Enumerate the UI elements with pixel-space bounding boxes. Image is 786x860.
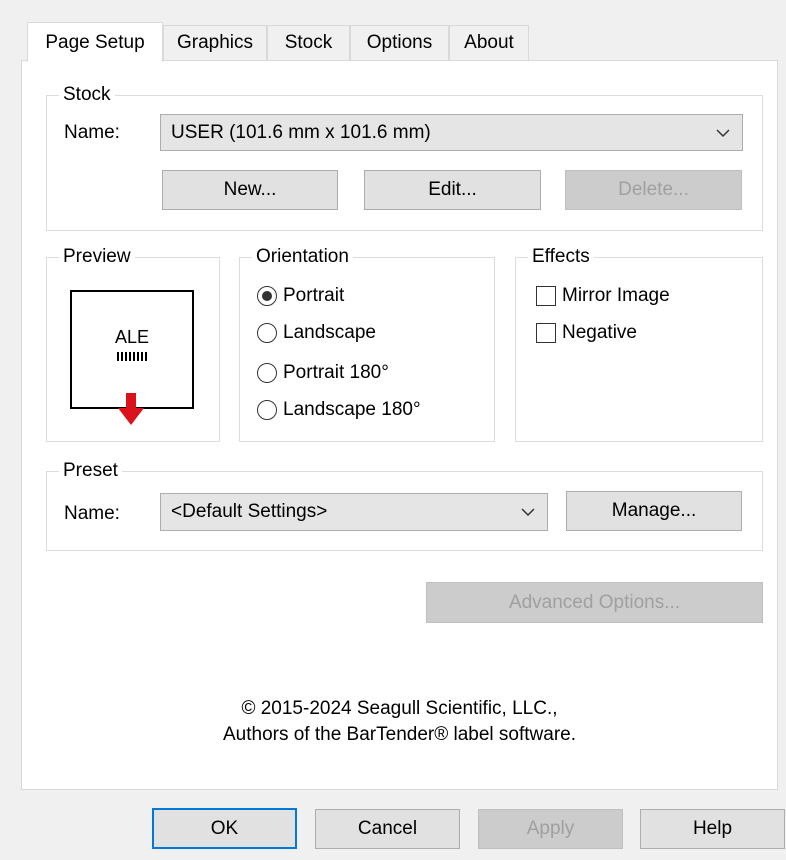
mirror-image-checkbox[interactable]: Mirror Image: [536, 285, 670, 307]
stock-legend: Stock: [59, 84, 115, 106]
advanced-options-button[interactable]: Advanced Options...: [426, 582, 763, 623]
radio-portrait[interactable]: Portrait: [257, 285, 344, 307]
radio-portrait-180-label: Portrait 180°: [283, 362, 389, 383]
preview-legend: Preview: [59, 246, 135, 268]
chevron-down-icon: [521, 501, 535, 523]
copyright-line-2: Authors of the BarTender® label software…: [222, 724, 577, 745]
barcode-icon: [117, 352, 147, 361]
label-preview-box: ALE: [70, 290, 194, 409]
radio-landscape-180-label: Landscape 180°: [283, 399, 421, 420]
tab-page-setup[interactable]: Page Setup: [27, 22, 163, 62]
negative-label: Negative: [562, 322, 637, 343]
radio-icon: [257, 400, 277, 420]
apply-button[interactable]: Apply: [478, 809, 623, 849]
effects-legend: Effects: [528, 246, 594, 268]
negative-checkbox[interactable]: Negative: [536, 322, 637, 344]
tab-graphics[interactable]: Graphics: [163, 25, 267, 60]
radio-portrait-180[interactable]: Portrait 180°: [257, 362, 389, 384]
stock-name-combo[interactable]: USER (101.6 mm x 101.6 mm): [160, 114, 743, 151]
arrow-down-icon: [116, 393, 146, 433]
radio-icon: [257, 286, 277, 306]
radio-landscape[interactable]: Landscape: [257, 322, 376, 344]
preset-name-combo[interactable]: <Default Settings>: [160, 493, 548, 531]
mirror-image-label: Mirror Image: [562, 285, 670, 306]
tab-stock[interactable]: Stock: [267, 25, 350, 60]
ok-button[interactable]: OK: [152, 808, 297, 849]
copyright-line-1: © 2015-2024 Seagull Scientific, LLC.,: [241, 698, 558, 719]
tab-options[interactable]: Options: [350, 25, 449, 60]
orientation-legend: Orientation: [252, 246, 353, 268]
chevron-down-icon: [716, 122, 730, 144]
radio-landscape-label: Landscape: [283, 322, 376, 343]
checkbox-icon: [536, 323, 556, 343]
cancel-button[interactable]: Cancel: [315, 809, 460, 849]
help-button[interactable]: Help: [640, 809, 785, 849]
manage-presets-button[interactable]: Manage...: [566, 491, 742, 531]
preset-legend: Preset: [59, 460, 122, 482]
preset-name-label: Name:: [64, 503, 120, 524]
stock-name-value: USER (101.6 mm x 101.6 mm): [171, 121, 431, 143]
edit-stock-button[interactable]: Edit...: [364, 170, 541, 210]
radio-icon: [257, 323, 277, 343]
radio-portrait-label: Portrait: [283, 285, 345, 306]
radio-icon: [257, 363, 277, 383]
stock-name-label: Name:: [64, 122, 120, 143]
radio-landscape-180[interactable]: Landscape 180°: [257, 399, 421, 421]
checkbox-icon: [536, 286, 556, 306]
delete-stock-button[interactable]: Delete...: [565, 170, 742, 210]
preview-sample-text: ALE: [114, 327, 150, 347]
preset-name-value: <Default Settings>: [171, 501, 328, 522]
new-stock-button[interactable]: New...: [162, 170, 338, 210]
tab-about[interactable]: About: [449, 25, 529, 60]
